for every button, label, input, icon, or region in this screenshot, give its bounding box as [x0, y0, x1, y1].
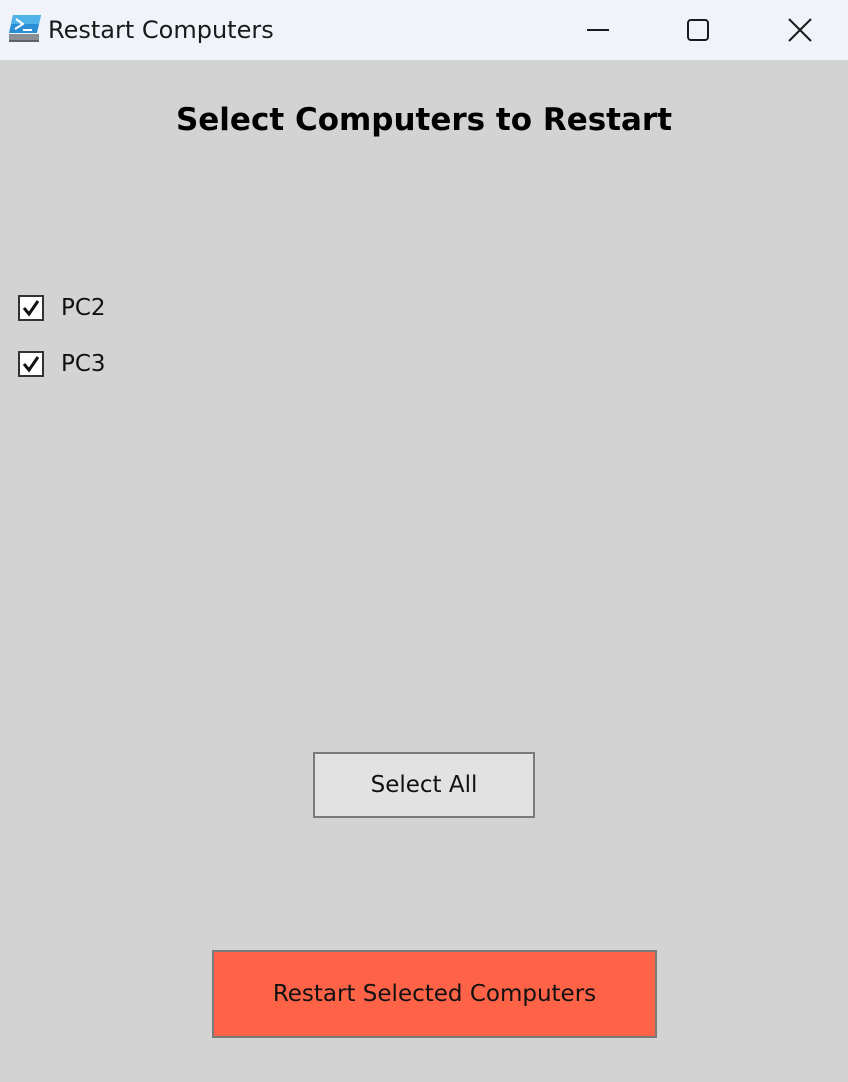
powershell-icon: [8, 13, 42, 43]
select-all-button[interactable]: Select All: [313, 752, 535, 818]
checkbox[interactable]: [18, 295, 44, 321]
maximize-button[interactable]: [648, 0, 748, 60]
restart-computers-window: Restart Computers Select Computers to Re…: [0, 0, 848, 1082]
restart-selected-button[interactable]: Restart Selected Computers: [212, 950, 657, 1038]
checkbox[interactable]: [18, 351, 44, 377]
title-bar[interactable]: Restart Computers: [0, 0, 848, 60]
close-icon: [788, 18, 812, 42]
checkbox-label: PC2: [61, 295, 106, 321]
checkbox-label: PC3: [61, 351, 106, 377]
page-title: Select Computers to Restart: [175, 102, 673, 138]
maximize-icon: [687, 19, 709, 41]
minimize-icon: [587, 29, 609, 31]
checkmark-icon: [22, 356, 40, 373]
checkmark-icon: [22, 300, 40, 317]
close-button[interactable]: [752, 0, 848, 60]
window-title: Restart Computers: [48, 16, 274, 44]
minimize-button[interactable]: [548, 0, 648, 60]
